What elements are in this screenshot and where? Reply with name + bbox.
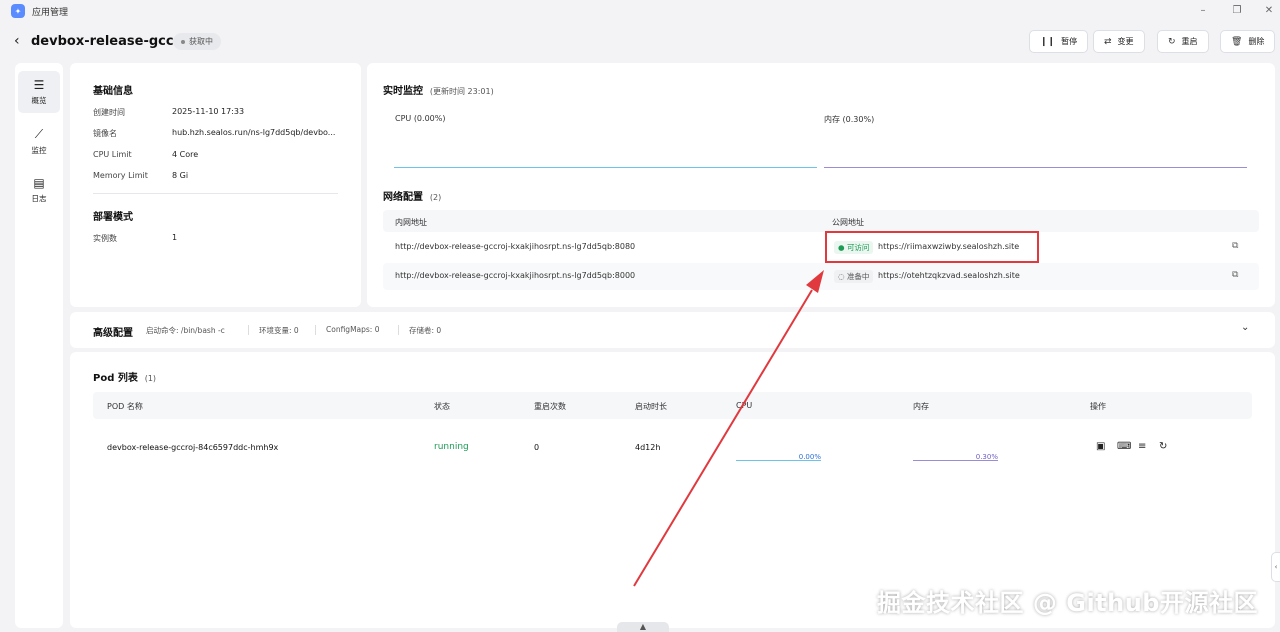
arrow-shaft [633, 289, 813, 587]
bottom-handle[interactable]: ▲ [617, 622, 669, 632]
annotation-arrow [633, 270, 824, 587]
arrow-head [806, 270, 824, 293]
watermark: 掘金技术社区 @ Github开源社区 [877, 589, 1258, 617]
side-collapse-tab[interactable]: ‹ [1271, 552, 1280, 582]
